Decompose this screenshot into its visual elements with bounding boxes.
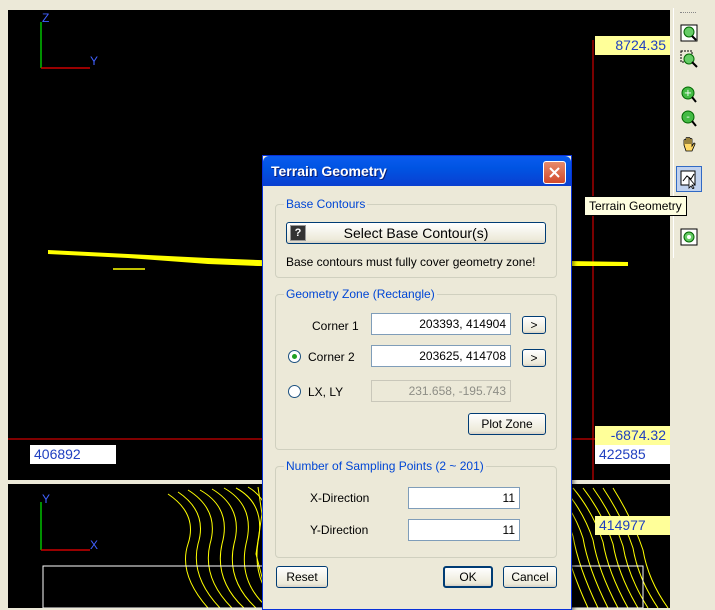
terrain-geometry-dialog: Terrain Geometry Base Contours ? Select … bbox=[262, 155, 572, 610]
corner2-pick-button[interactable]: > bbox=[522, 349, 546, 367]
geometry-zone-group-title: Geometry Zone (Rectangle) bbox=[284, 287, 437, 301]
corner1-field[interactable]: 203393, 414904 bbox=[371, 313, 511, 335]
close-button[interactable] bbox=[543, 161, 566, 184]
z-axis-label: Z bbox=[42, 11, 50, 25]
base-contours-group-title: Base Contours bbox=[284, 197, 368, 211]
dialog-title: Terrain Geometry bbox=[271, 163, 387, 179]
lxly-label: LX, LY bbox=[308, 385, 344, 399]
coord-top-right: 8724.35 bbox=[595, 36, 670, 55]
corner1-pick-button[interactable]: > bbox=[522, 316, 546, 334]
lxly-field[interactable]: 231.658, -195.743 bbox=[371, 380, 511, 402]
zoom-in-icon[interactable]: + bbox=[676, 82, 702, 108]
coord-bottom-left: 406892 bbox=[30, 445, 116, 464]
coord-bottom-right-lower: 422585 bbox=[595, 445, 670, 464]
plot-zone-button[interactable]: Plot Zone bbox=[468, 413, 546, 435]
select-base-contours-label: Select Base Contour(s) bbox=[343, 225, 489, 241]
tooltip-terrain-geometry: Terrain Geometry bbox=[584, 196, 687, 216]
geometry-zone-group: Geometry Zone (Rectangle) Corner 1 20339… bbox=[275, 287, 557, 450]
coord-bottom-right-upper: -6874.32 bbox=[595, 426, 670, 445]
terrain-geometry-icon[interactable] bbox=[676, 166, 702, 192]
zoom-extents-icon[interactable] bbox=[676, 20, 702, 46]
y-axis-label: Y bbox=[90, 54, 99, 68]
bottom-y-axis-label: Y bbox=[42, 492, 51, 506]
svg-text:+: + bbox=[684, 88, 692, 99]
corner2-label: Corner 2 bbox=[308, 350, 355, 364]
zoom-out-icon[interactable]: - bbox=[676, 106, 702, 132]
lxly-radio[interactable] bbox=[288, 385, 301, 398]
x-direction-field[interactable]: 11 bbox=[408, 487, 520, 509]
coord-bottom-view-right: 414977 bbox=[595, 516, 670, 535]
close-icon bbox=[549, 167, 560, 178]
dialog-titlebar[interactable]: Terrain Geometry bbox=[263, 156, 571, 186]
sampling-points-group-title: Number of Sampling Points (2 ~ 201) bbox=[284, 459, 486, 473]
select-base-contours-button[interactable]: ? Select Base Contour(s) bbox=[286, 222, 546, 244]
toolbar-grip[interactable] bbox=[680, 12, 696, 13]
y-direction-field[interactable]: 11 bbox=[408, 519, 520, 541]
help-icon: ? bbox=[290, 225, 306, 241]
y-direction-label: Y-Direction bbox=[310, 523, 369, 537]
view-toolbar: + - bbox=[673, 8, 702, 258]
x-direction-label: X-Direction bbox=[310, 491, 370, 505]
cancel-button[interactable]: Cancel bbox=[503, 566, 557, 588]
view-3d-icon[interactable] bbox=[676, 224, 702, 250]
bottom-x-axis-label: X bbox=[90, 538, 99, 552]
reset-button[interactable]: Reset bbox=[276, 566, 328, 588]
corner2-radio[interactable] bbox=[288, 350, 301, 363]
sampling-points-group: Number of Sampling Points (2 ~ 201) X-Di… bbox=[275, 459, 557, 558]
zoom-window-icon[interactable] bbox=[676, 46, 702, 72]
base-contours-note: Base contours must fully cover geometry … bbox=[286, 255, 536, 269]
svg-text:-: - bbox=[686, 112, 690, 123]
corner1-label: Corner 1 bbox=[312, 319, 359, 333]
base-contours-group: Base Contours ? Select Base Contour(s) B… bbox=[275, 197, 557, 278]
pan-hand-icon[interactable] bbox=[676, 132, 702, 158]
corner2-field[interactable]: 203625, 414708 bbox=[371, 345, 511, 367]
ok-button[interactable]: OK bbox=[443, 566, 493, 588]
